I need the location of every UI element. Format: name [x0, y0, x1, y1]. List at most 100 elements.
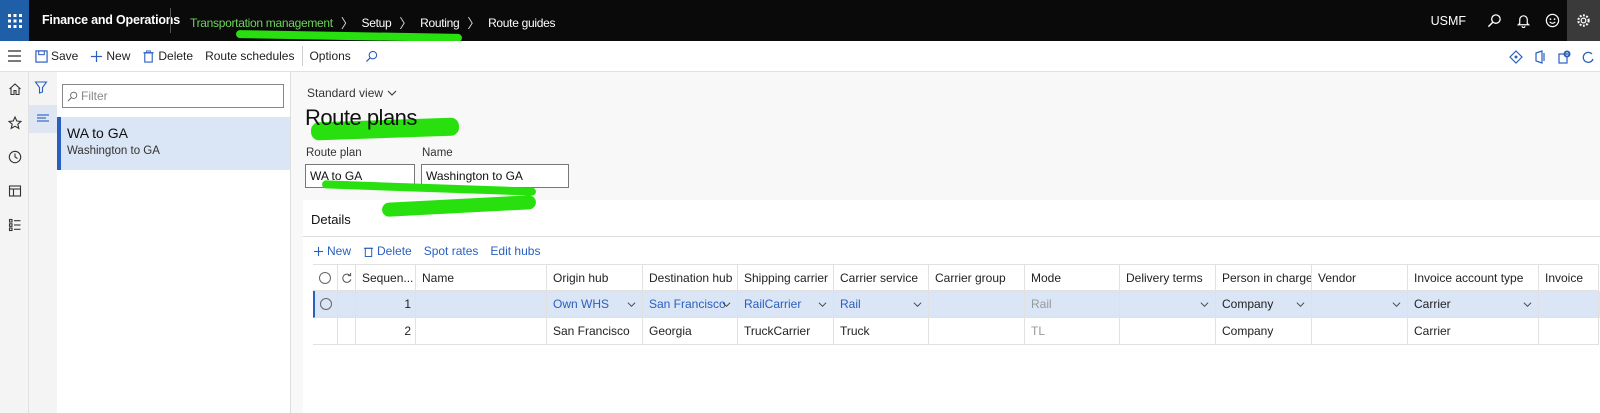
spot-rates-button[interactable]: Spot rates [424, 244, 479, 258]
attachment-badge-icon[interactable]: 0 [1552, 50, 1576, 64]
bell-icon[interactable] [1509, 0, 1538, 41]
add-line-button[interactable]: New [313, 244, 351, 258]
cell-value: Company [1222, 297, 1274, 311]
cell-person-in-charge[interactable]: Company [1216, 291, 1312, 318]
filter-input[interactable]: Filter [62, 84, 284, 108]
column-header-destination-hub[interactable]: Destination hub [643, 264, 738, 291]
edit-hubs-button[interactable]: Edit hubs [490, 244, 540, 258]
modules-icon[interactable] [0, 208, 29, 242]
refresh-icon[interactable] [338, 264, 356, 291]
column-header-invoice-account-type[interactable]: Invoice account type [1408, 264, 1539, 291]
delete-button[interactable]: Delete [142, 49, 193, 63]
column-header-name[interactable]: Name [416, 264, 547, 291]
trash-icon [143, 49, 154, 63]
list-item[interactable]: WA to GA Washington to GA [57, 117, 290, 170]
chevron-down-icon [913, 302, 922, 308]
breadcrumb-item[interactable]: Route guides [488, 16, 555, 30]
cell-delivery-terms[interactable] [1120, 291, 1216, 318]
company-selector[interactable]: USMF [1431, 14, 1466, 28]
chevron-down-icon [818, 302, 827, 308]
list-view-icon[interactable] [29, 105, 57, 133]
cell-destination-hub[interactable]: San Francisco [643, 291, 738, 318]
new-button[interactable]: New [90, 49, 130, 63]
column-header-origin-hub[interactable]: Origin hub [547, 264, 643, 291]
chevron-down-icon [1523, 302, 1532, 308]
cell-vendor[interactable] [1312, 318, 1408, 345]
plus-icon [91, 50, 103, 62]
filter-icon[interactable] [34, 80, 52, 98]
star-icon[interactable] [0, 106, 29, 140]
main-content: Standard view Route plans Route plan WA … [291, 72, 1600, 413]
top-right-actions: USMF [1431, 0, 1600, 41]
column-header-shipping-carrier[interactable]: Shipping carrier [738, 264, 834, 291]
action-pane-right: 0 [1504, 41, 1600, 72]
diamond-icon[interactable] [1504, 49, 1528, 64]
cell-name[interactable] [416, 318, 547, 345]
gear-icon[interactable] [1567, 0, 1600, 41]
row-select[interactable] [313, 291, 338, 318]
refresh-icon[interactable] [1576, 50, 1600, 64]
save-button[interactable]: Save [35, 49, 78, 63]
cell-carrier-service[interactable]: Rail [834, 291, 929, 318]
chevron-right-icon: 〉 [399, 16, 413, 31]
action-pane: Save New Delete Route schedules Options … [0, 41, 1600, 72]
select-all-checkbox[interactable] [313, 264, 338, 291]
cell-sequence[interactable]: 2 [356, 318, 416, 345]
route-schedules-button[interactable]: Route schedules [205, 49, 294, 63]
search-icon[interactable] [1480, 0, 1509, 41]
hamburger-icon[interactable] [0, 50, 29, 62]
column-header-delivery-terms[interactable]: Delivery terms [1120, 264, 1216, 291]
cell-vendor[interactable] [1312, 291, 1408, 318]
cell-destination-hub[interactable]: Georgia [643, 318, 738, 345]
cell-person-in-charge[interactable]: Company [1216, 318, 1312, 345]
table-row[interactable]: 1 Own WHS San Francisco RailCarrier Rail… [313, 291, 1600, 318]
column-header-person-in-charge[interactable]: Person in charge fo... [1216, 264, 1312, 291]
cell-sequence[interactable]: 1 [356, 291, 416, 318]
cell-origin-hub[interactable]: Own WHS [547, 291, 643, 318]
cell-carrier-service[interactable]: Truck [834, 318, 929, 345]
filter-placeholder: Filter [81, 89, 108, 103]
cell-name[interactable] [416, 291, 547, 318]
chevron-down-icon [627, 302, 636, 308]
column-header-sequence[interactable]: Sequen...↑ [356, 264, 416, 291]
app-launcher-icon[interactable] [0, 0, 29, 41]
cell-carrier-group[interactable] [929, 318, 1025, 345]
cell-carrier-group[interactable] [929, 291, 1025, 318]
search-icon[interactable] [365, 50, 381, 63]
column-header-vendor[interactable]: Vendor [1312, 264, 1408, 291]
cell-delivery-terms[interactable] [1120, 318, 1216, 345]
cell-invoice[interactable] [1539, 291, 1599, 318]
column-header-carrier-group[interactable]: Carrier group [929, 264, 1025, 291]
office-icon[interactable] [1528, 49, 1552, 64]
radio-circle-icon [320, 298, 332, 310]
workspaces-icon[interactable] [0, 174, 29, 208]
cell-origin-hub[interactable]: San Francisco [547, 318, 643, 345]
cell-invoice-account-type[interactable]: Carrier [1408, 291, 1539, 318]
row-status [338, 291, 356, 318]
list-item-subtitle: Washington to GA [67, 145, 160, 157]
options-button[interactable]: Options [309, 49, 350, 63]
cell-shipping-carrier[interactable]: TruckCarrier [738, 318, 834, 345]
column-header-mode[interactable]: Mode [1025, 264, 1120, 291]
row-select[interactable] [313, 318, 338, 345]
home-icon[interactable] [0, 72, 29, 106]
column-header-invoice[interactable]: Invoice [1539, 264, 1599, 291]
chevron-down-icon [1296, 302, 1305, 308]
delete-line-button[interactable]: Delete [363, 244, 412, 258]
cell-value: Own WHS [553, 297, 610, 311]
breadcrumb-item[interactable]: Transportation management [190, 16, 333, 30]
breadcrumb-item[interactable]: Routing [420, 16, 460, 30]
column-header-carrier-service[interactable]: Carrier service [834, 264, 929, 291]
cell-mode: TL [1025, 318, 1120, 345]
breadcrumb-item[interactable]: Setup [362, 16, 392, 30]
cell-shipping-carrier[interactable]: RailCarrier [738, 291, 834, 318]
view-selector[interactable]: Standard view [307, 86, 397, 100]
clock-icon[interactable] [0, 140, 29, 174]
search-icon [67, 91, 78, 101]
cell-invoice-account-type[interactable]: Carrier [1408, 318, 1539, 345]
cell-invoice[interactable] [1539, 318, 1599, 345]
smiley-icon[interactable] [1538, 0, 1567, 41]
app-name[interactable]: Finance and Operations [42, 13, 180, 27]
table-row[interactable]: 2 San Francisco Georgia TruckCarrier Tru… [313, 318, 1600, 345]
chevron-down-icon [387, 90, 397, 96]
